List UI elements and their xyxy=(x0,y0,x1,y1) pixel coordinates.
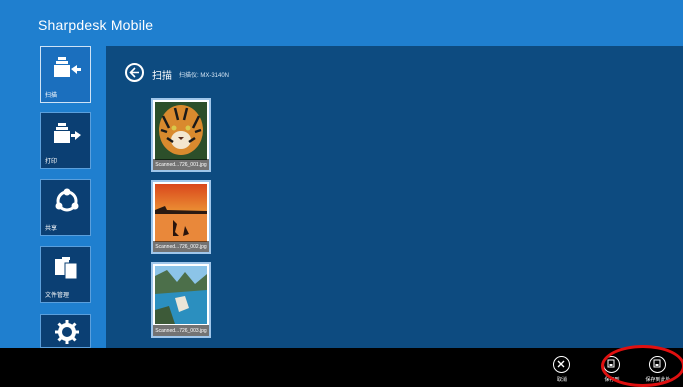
cancel-label: 取消 xyxy=(556,377,567,383)
save-label: 保存到 xyxy=(604,377,620,383)
sidebar-item-settings[interactable] xyxy=(40,314,91,348)
save-to-icon xyxy=(649,356,666,373)
file-management-icon xyxy=(55,257,78,280)
cancel-button[interactable]: 取消 xyxy=(542,354,582,387)
scan-icon xyxy=(54,57,81,77)
scanner-label: 扫描仪: MX-3140N xyxy=(179,73,230,79)
sidebar-item-file-management[interactable]: 文件管理 xyxy=(40,246,91,303)
print-icon xyxy=(54,123,81,143)
cancel-icon xyxy=(553,356,570,373)
sidebar-item-label: 扫描 xyxy=(45,93,58,99)
sidebar-item-share[interactable]: 共享 xyxy=(40,179,91,236)
thumbnail-coast[interactable]: Scanned...726_003.jpg xyxy=(151,262,211,338)
app-title: Sharpdesk Mobile xyxy=(38,17,154,33)
thumbnail-sunset[interactable]: Scanned...726_002.jpg xyxy=(151,180,211,254)
sidebar-item-label: 共享 xyxy=(45,226,58,232)
save-icon xyxy=(603,356,620,373)
save-to-button[interactable]: 保存到此处 xyxy=(638,354,678,387)
sidebar-item-label: 文件管理 xyxy=(45,293,70,299)
sidebar-item-print[interactable]: 打印 xyxy=(40,112,91,169)
thumbnail-caption: Scanned...726_001.jpg xyxy=(155,162,207,168)
thumbnail-caption: Scanned...726_003.jpg xyxy=(155,328,207,334)
thumbnail-tiger[interactable]: Scanned...726_001.jpg xyxy=(151,98,211,172)
settings-icon xyxy=(55,320,79,344)
share-icon xyxy=(55,188,79,212)
sunset-image xyxy=(155,184,207,242)
sidebar-item-label: 打印 xyxy=(45,159,58,165)
coast-image xyxy=(155,266,207,324)
back-arrow-icon xyxy=(129,67,139,78)
tiger-image xyxy=(155,102,207,160)
save-to-label: 保存到此处 xyxy=(645,377,671,383)
thumbnail-caption: Scanned...726_002.jpg xyxy=(155,244,207,250)
save-button[interactable]: 保存到 xyxy=(592,354,632,387)
page-title: 扫描 xyxy=(152,71,172,82)
sidebar-item-scan[interactable]: 扫描 xyxy=(40,46,91,103)
back-button[interactable] xyxy=(125,63,144,82)
